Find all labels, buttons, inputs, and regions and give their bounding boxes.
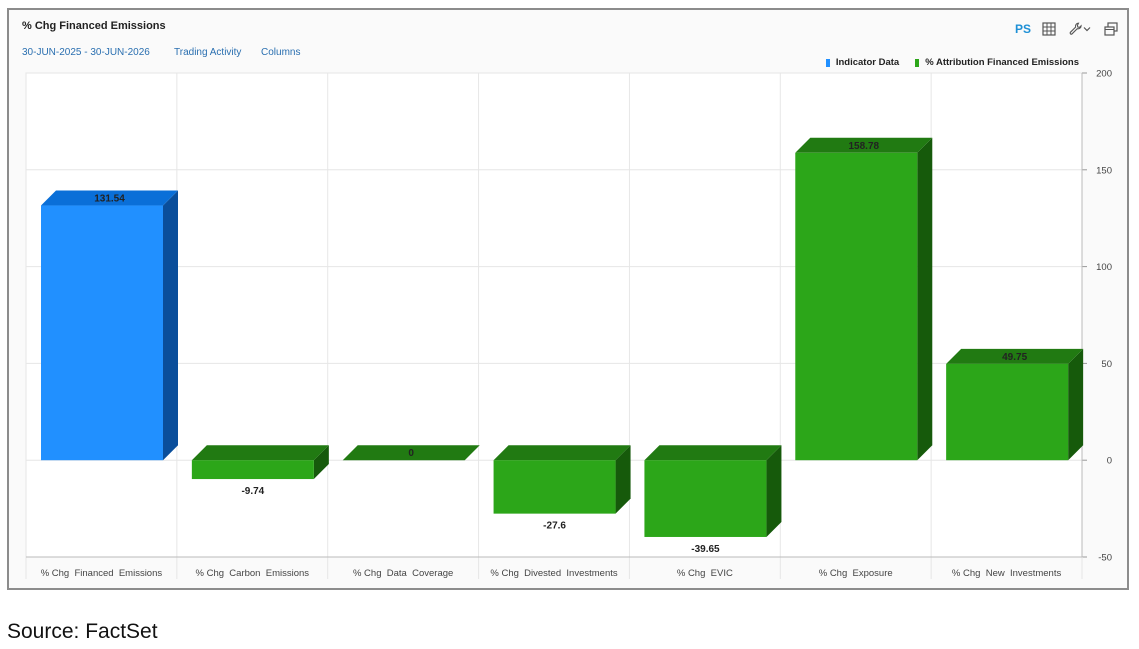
y-tick-label: 50 — [1101, 359, 1112, 370]
x-tick-label: % Chg Data Coverage — [353, 568, 453, 579]
bar[interactable] — [493, 460, 616, 514]
y-tick-label: 0 — [1107, 456, 1112, 467]
bar-side-face — [917, 137, 933, 461]
bar-side-face — [163, 190, 178, 461]
chart-panel: % Chg Financed Emissions 30-JUN-2025 - 3… — [7, 8, 1129, 590]
x-tick-label: % Chg EVIC — [677, 568, 733, 579]
data-label: -39.65 — [691, 544, 720, 555]
bar-side-face — [1068, 348, 1084, 461]
data-label: 158.78 — [848, 141, 879, 152]
source-note: Source: FactSet — [7, 620, 158, 643]
bar[interactable] — [41, 205, 163, 461]
bar-chart: -50 0 50 100 150 200 131.54 % Chg Financed Emis… — [25, 69, 1112, 579]
y-tick-label: -50 — [1098, 553, 1112, 564]
x-tick-label: % Chg Divested Investments — [490, 568, 617, 579]
y-tick-label: 200 — [1096, 69, 1112, 80]
bar-top-face — [191, 445, 329, 461]
data-label: -9.74 — [241, 486, 264, 497]
bar[interactable] — [795, 152, 918, 461]
bar-top-face — [493, 445, 631, 461]
bar-top-face — [644, 445, 782, 461]
data-label: 49.75 — [1002, 352, 1027, 363]
x-tick-label: % Chg New Investments — [952, 568, 1062, 579]
x-tick-label: % Chg Financed Emissions — [41, 568, 163, 579]
x-tick-label: % Chg Carbon Emissions — [196, 568, 310, 579]
y-tick-label: 100 — [1096, 262, 1112, 273]
bar[interactable] — [191, 460, 314, 480]
bar[interactable] — [946, 363, 1069, 461]
data-label: -27.6 — [543, 521, 566, 532]
bar-side-face — [766, 445, 782, 537]
bar[interactable] — [644, 460, 767, 537]
data-label: 131.54 — [94, 194, 125, 205]
x-tick-label: % Chg Exposure — [819, 568, 893, 579]
data-label: 0 — [408, 448, 414, 459]
y-tick-label: 150 — [1096, 165, 1112, 176]
